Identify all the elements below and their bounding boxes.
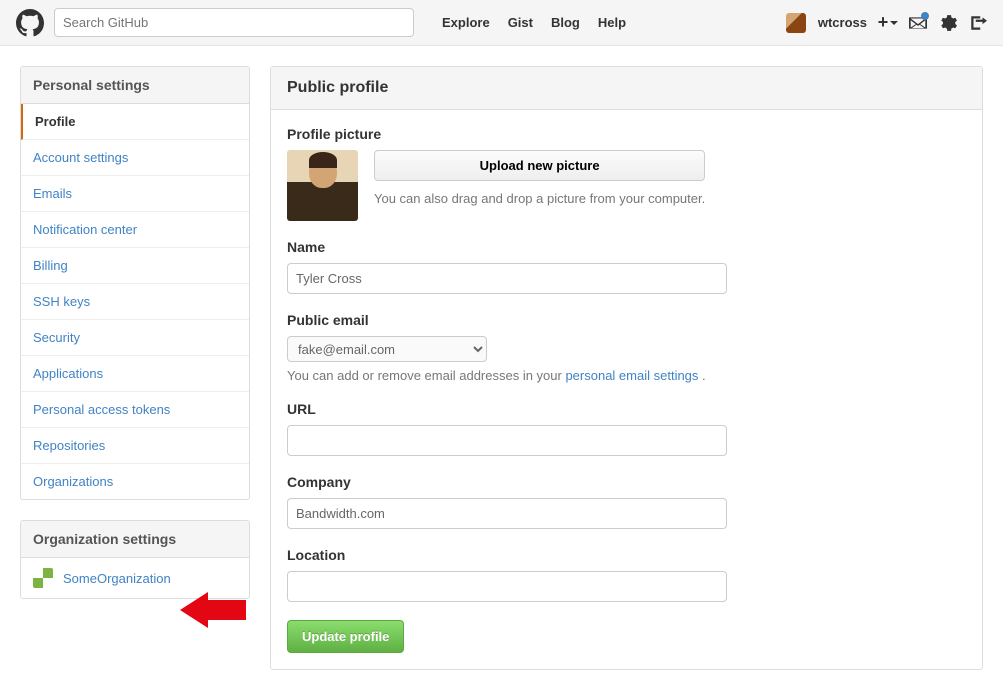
name-label: Name <box>287 239 966 255</box>
public-email-select[interactable]: fake@email.com <box>287 336 487 362</box>
settings-icon[interactable] <box>939 14 957 32</box>
organization-avatar-icon <box>33 568 53 588</box>
public-email-label: Public email <box>287 312 966 328</box>
organization-name: SomeOrganization <box>63 571 171 586</box>
sidebar-item-organization[interactable]: SomeOrganization <box>21 558 249 598</box>
primary-nav: Explore Gist Blog Help <box>442 15 626 30</box>
personal-settings-menu: Personal settings Profile Account settin… <box>20 66 250 500</box>
profile-picture-preview <box>287 150 358 221</box>
sidebar-item-repositories[interactable]: Repositories <box>21 428 249 464</box>
notification-indicator-icon <box>921 12 929 20</box>
upload-hint-text: You can also drag and drop a picture fro… <box>374 191 705 206</box>
panel-title: Public profile <box>271 67 982 110</box>
chevron-down-icon <box>890 21 898 25</box>
sidebar-item-emails[interactable]: Emails <box>21 176 249 212</box>
organization-settings-header: Organization settings <box>21 521 249 558</box>
sidebar-item-notification-center[interactable]: Notification center <box>21 212 249 248</box>
sidebar-item-account-settings[interactable]: Account settings <box>21 140 249 176</box>
search-input[interactable] <box>54 8 414 37</box>
sign-out-icon[interactable] <box>969 14 987 32</box>
sidebar-item-ssh-keys[interactable]: SSH keys <box>21 284 249 320</box>
organization-settings-menu: Organization settings SomeOrganization <box>20 520 250 599</box>
github-logo-icon[interactable] <box>16 9 44 37</box>
profile-picture-label: Profile picture <box>287 126 966 142</box>
name-input[interactable] <box>287 263 727 294</box>
company-input[interactable] <box>287 498 727 529</box>
location-input[interactable] <box>287 571 727 602</box>
nav-help[interactable]: Help <box>598 15 626 30</box>
top-navigation-bar: Explore Gist Blog Help wtcross <box>0 0 1003 46</box>
update-profile-button[interactable]: Update profile <box>287 620 404 653</box>
sidebar-item-billing[interactable]: Billing <box>21 248 249 284</box>
nav-blog[interactable]: Blog <box>551 15 580 30</box>
personal-email-settings-link[interactable]: personal email settings <box>565 368 698 383</box>
sidebar-item-organizations[interactable]: Organizations <box>21 464 249 499</box>
sidebar-item-profile[interactable]: Profile <box>21 104 249 140</box>
nav-gist[interactable]: Gist <box>508 15 533 30</box>
create-new-dropdown[interactable] <box>879 14 897 32</box>
username-link[interactable]: wtcross <box>818 15 867 30</box>
url-label: URL <box>287 401 966 417</box>
notifications-icon[interactable] <box>909 14 927 32</box>
user-avatar-icon[interactable] <box>786 13 806 33</box>
sidebar-item-security[interactable]: Security <box>21 320 249 356</box>
location-label: Location <box>287 547 966 563</box>
url-input[interactable] <box>287 425 727 456</box>
nav-explore[interactable]: Explore <box>442 15 490 30</box>
user-menu-area: wtcross <box>786 13 987 33</box>
sidebar-item-applications[interactable]: Applications <box>21 356 249 392</box>
upload-picture-button[interactable]: Upload new picture <box>374 150 705 181</box>
email-note: You can add or remove email addresses in… <box>287 368 966 383</box>
company-label: Company <box>287 474 966 490</box>
personal-settings-header: Personal settings <box>21 67 249 104</box>
plus-icon <box>878 12 889 33</box>
sidebar-item-personal-access-tokens[interactable]: Personal access tokens <box>21 392 249 428</box>
public-profile-panel: Public profile Profile picture Upload ne… <box>270 66 983 670</box>
